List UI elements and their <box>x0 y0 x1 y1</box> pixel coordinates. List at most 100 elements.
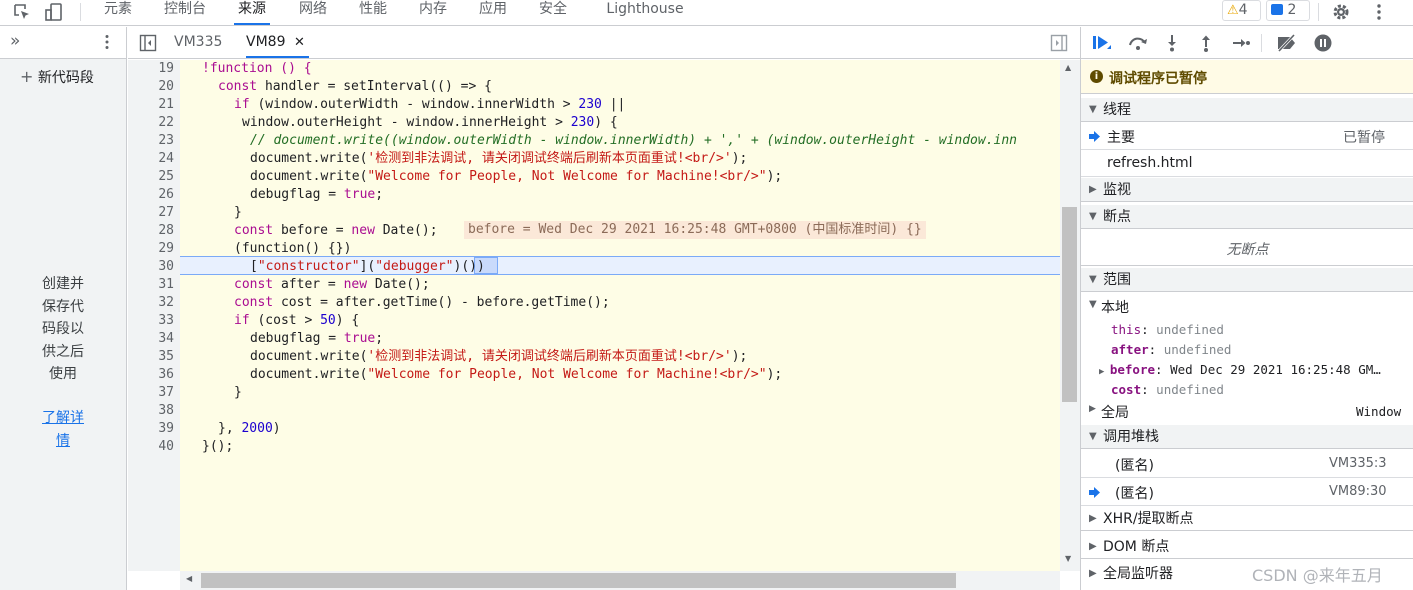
tab-security[interactable]: 安全 <box>536 0 570 25</box>
line-number[interactable]: 29 <box>134 240 174 258</box>
scope-var-this[interactable]: this: undefined <box>1111 320 1224 340</box>
dom-breakpoints-section-header[interactable]: ▶ DOM 断点 <box>1081 535 1413 559</box>
callstack-section-header[interactable]: ▼ 调用堆栈 <box>1081 425 1413 449</box>
warning-count: 4 <box>1238 2 1248 18</box>
scroll-up-arrow-icon[interactable]: ▲ <box>1065 63 1071 72</box>
line-number[interactable]: 36 <box>134 366 174 384</box>
line-number[interactable]: 38 <box>134 402 174 420</box>
inspect-element-icon[interactable] <box>12 2 32 22</box>
scope-var-after[interactable]: after: undefined <box>1111 340 1231 360</box>
line-number[interactable]: 20 <box>134 78 174 96</box>
tab-elements[interactable]: 元素 <box>101 0 135 25</box>
more-options-icon[interactable] <box>1369 2 1389 22</box>
scope-title: 范围 <box>1103 272 1131 288</box>
step-over-icon[interactable] <box>1127 33 1149 53</box>
collapsed-triangle-icon: ▶ <box>1089 513 1097 524</box>
code-line: debugflag = true; <box>250 187 384 202</box>
line-number[interactable]: 37 <box>134 384 174 402</box>
scope-section-header[interactable]: ▼ 范围 <box>1081 268 1413 292</box>
collapsed-triangle-icon[interactable]: ▶ <box>1099 367 1110 377</box>
messages-badge[interactable]: 2 <box>1266 0 1310 21</box>
scope-var-before[interactable]: ▶ before: Wed Dec 29 2021 16:25:48 GM… <box>1099 360 1381 380</box>
step-into-icon[interactable] <box>1163 33 1181 53</box>
code-line: const before = new Date(); <box>234 223 438 238</box>
toggle-navigator-icon[interactable] <box>139 34 157 52</box>
line-number[interactable]: 21 <box>134 96 174 114</box>
line-number[interactable]: 33 <box>134 312 174 330</box>
line-number[interactable]: 31 <box>134 276 174 294</box>
line-number[interactable]: 34 <box>134 330 174 348</box>
info-icon: i <box>1090 70 1103 83</box>
hint-line: 创建并 <box>42 276 84 292</box>
code-line: } <box>234 385 242 400</box>
thread-file-row[interactable]: refresh.html <box>1081 151 1413 177</box>
breakpoints-section-header[interactable]: ▼ 断点 <box>1081 205 1413 229</box>
editor-tab-bar: VM335 VM89 ✕ <box>128 27 1080 59</box>
pause-on-exceptions-icon[interactable] <box>1313 33 1333 53</box>
line-number[interactable]: 26 <box>134 186 174 204</box>
frame-name: (匿名) <box>1115 486 1154 502</box>
tab-memory[interactable]: 内存 <box>416 0 450 25</box>
line-number[interactable]: 39 <box>134 420 174 438</box>
more-tabs-chevron-icon[interactable]: » <box>10 31 20 51</box>
scroll-left-arrow-icon[interactable]: ◀ <box>186 574 192 583</box>
threads-section-header[interactable]: ▼ 线程 <box>1081 98 1413 122</box>
thread-main-row[interactable]: 主要 已暂停 <box>1081 123 1413 150</box>
scope-global-row[interactable]: ▶ 全局 Window <box>1081 401 1413 423</box>
line-number[interactable]: 32 <box>134 294 174 312</box>
line-number[interactable]: 40 <box>134 438 174 456</box>
tab-performance[interactable]: 性能 <box>356 0 390 25</box>
line-number[interactable]: 19 <box>134 60 174 78</box>
code-line: window.outerHeight - window.innerHeight … <box>242 115 618 130</box>
learn-more-link[interactable]: 了解详 情 <box>30 407 96 452</box>
callstack-frame-current[interactable]: (匿名) VM89:30 <box>1081 479 1413 506</box>
editor-tab-vm335[interactable]: VM335 <box>174 27 222 58</box>
watch-section-header[interactable]: ▶ 监视 <box>1081 178 1413 202</box>
xhr-breakpoints-section-header[interactable]: ▶ XHR/提取断点 <box>1081 507 1413 531</box>
step-icon[interactable] <box>1231 33 1251 53</box>
line-number[interactable]: 24 <box>134 150 174 168</box>
scroll-down-arrow-icon[interactable]: ▼ <box>1065 554 1071 563</box>
settings-gear-icon[interactable] <box>1331 2 1351 22</box>
line-number-gutter[interactable]: 19 20 21 22 23 24 25 26 27 28 29 30 31 3… <box>128 60 180 571</box>
message-count: 2 <box>1287 2 1297 18</box>
xhr-title: XHR/提取断点 <box>1103 511 1194 527</box>
close-tab-icon[interactable]: ✕ <box>294 35 305 50</box>
vertical-scroll-thumb[interactable] <box>1062 207 1077 402</box>
warnings-badge[interactable]: ⚠4 <box>1222 0 1261 21</box>
editor-tab-vm89[interactable]: VM89 ✕ <box>246 27 309 58</box>
resume-icon[interactable] <box>1091 33 1113 53</box>
collapsed-triangle-icon: ▶ <box>1089 404 1096 414</box>
device-toolbar-icon[interactable] <box>44 2 64 22</box>
tab-application[interactable]: 应用 <box>476 0 510 25</box>
line-number[interactable]: 22 <box>134 114 174 132</box>
frame-location: VM335:3 <box>1329 456 1387 471</box>
navigator-menu-icon[interactable] <box>98 33 116 51</box>
callstack-frame[interactable]: (匿名) VM335:3 <box>1081 451 1413 478</box>
line-number[interactable]: 25 <box>134 168 174 186</box>
toggle-debugger-icon[interactable] <box>1050 34 1068 52</box>
current-frame-arrow-icon <box>1089 487 1100 498</box>
line-number[interactable]: 28 <box>134 222 174 240</box>
tab-console[interactable]: 控制台 <box>161 0 209 25</box>
tab-sources[interactable]: 来源 <box>234 0 270 25</box>
new-snippet-button[interactable]: + 新代码段 <box>20 67 94 87</box>
step-out-icon[interactable] <box>1197 33 1215 53</box>
code-line: document.write("Welcome for People, Not … <box>250 367 783 382</box>
line-number[interactable]: 23 <box>134 132 174 150</box>
tab-lighthouse[interactable]: Lighthouse <box>604 0 686 25</box>
line-number[interactable]: 35 <box>134 348 174 366</box>
line-number[interactable]: 27 <box>134 204 174 222</box>
scope-var-cost[interactable]: cost: undefined <box>1111 380 1224 400</box>
horizontal-scroll-thumb[interactable] <box>201 573 956 588</box>
tab-network[interactable]: 网络 <box>296 0 330 25</box>
learn-more-line: 情 <box>56 432 70 449</box>
scope-local-header[interactable]: ▼ 本地 <box>1081 297 1413 317</box>
code-line: } <box>234 205 242 220</box>
code-line: if (window.outerWidth - window.innerWidt… <box>234 97 626 112</box>
collapsed-triangle-icon: ▶ <box>1089 541 1097 552</box>
warning-icon: ⚠ <box>1227 3 1239 18</box>
line-number[interactable]: 30 <box>134 258 174 276</box>
code-editor[interactable]: !function () { const handler = setInterv… <box>180 60 1060 571</box>
deactivate-breakpoints-icon[interactable] <box>1275 33 1299 53</box>
